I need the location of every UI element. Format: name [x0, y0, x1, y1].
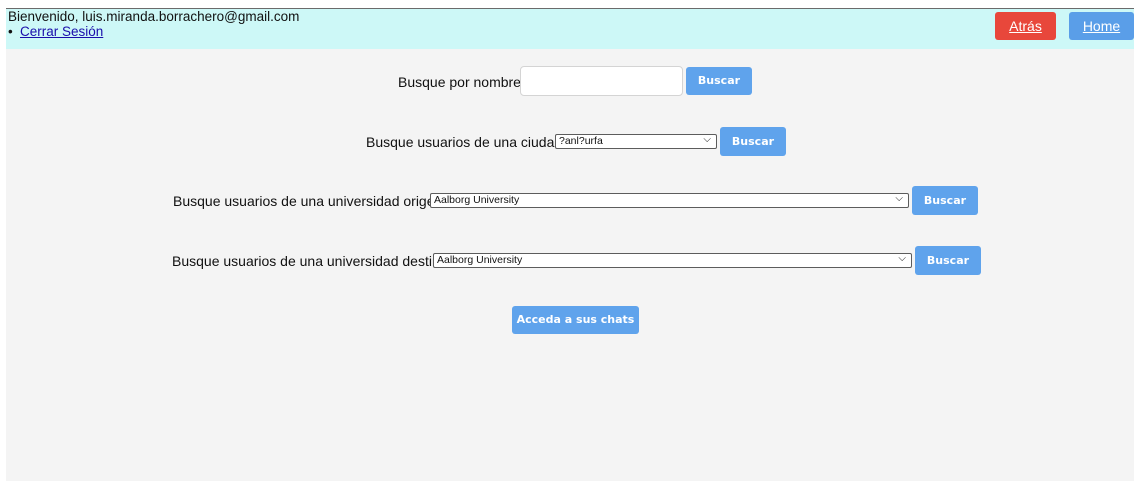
search-city-button[interactable]: Buscar — [720, 127, 786, 156]
search-name-input[interactable] — [520, 66, 683, 96]
chats-button[interactable]: Acceda a sus chats — [512, 306, 639, 334]
destination-university-select-value: Aalborg University — [437, 254, 523, 266]
home-button[interactable]: Home — [1069, 12, 1134, 40]
logout-link[interactable]: Cerrar Sesión — [20, 24, 103, 39]
back-button[interactable]: Atrás — [995, 12, 1056, 40]
search-city-label: Busque usuarios de una ciudad: — [366, 134, 567, 150]
list-bullet: • — [8, 24, 13, 39]
chevron-down-icon: ⌵ — [895, 193, 903, 204]
top-bar: Bienvenido, luis.miranda.borrachero@gmai… — [6, 8, 1134, 49]
search-origin-university-button[interactable]: Buscar — [912, 186, 978, 215]
page-content: Bienvenido, luis.miranda.borrachero@gmai… — [6, 8, 1134, 481]
welcome-message: Bienvenido, luis.miranda.borrachero@gmai… — [8, 9, 300, 24]
city-select-value: ?anl?urfa — [559, 135, 603, 147]
search-name-button[interactable]: Buscar — [686, 67, 752, 95]
chevron-down-icon: ⌵ — [898, 253, 906, 264]
origin-university-select[interactable]: Aalborg University ⌵ — [430, 193, 909, 208]
logout-list-item: • Cerrar Sesión — [8, 24, 103, 39]
search-origin-university-label: Busque usuarios de una universidad orige… — [173, 193, 447, 209]
city-select[interactable]: ?anl?urfa ⌵ — [555, 134, 717, 149]
chevron-down-icon: ⌵ — [703, 134, 711, 145]
origin-university-select-value: Aalborg University — [434, 194, 520, 206]
search-destination-university-label: Busque usuarios de una universidad desti… — [172, 253, 452, 269]
search-name-label: Busque por nombre: — [398, 74, 525, 90]
search-destination-university-button[interactable]: Buscar — [915, 246, 981, 275]
destination-university-select[interactable]: Aalborg University ⌵ — [433, 253, 912, 268]
